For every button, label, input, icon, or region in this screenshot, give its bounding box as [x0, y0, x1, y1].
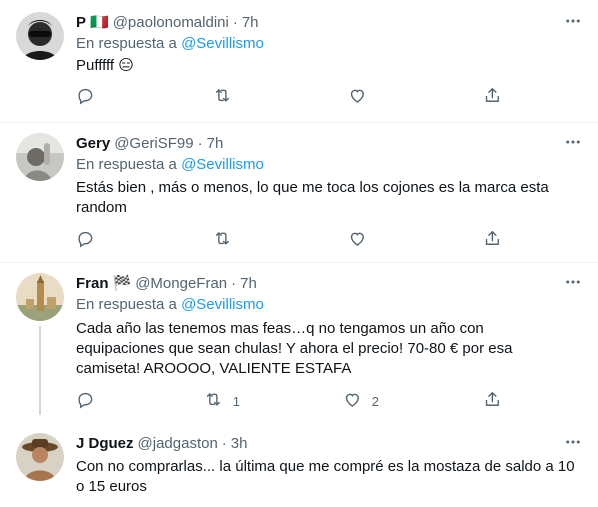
tweet-gerisf99[interactable]: Gery @GeriSF99 · 7h En respuesta a @Sevi…	[0, 123, 598, 262]
reply-icon	[76, 390, 95, 412]
separator-dot: ·	[231, 274, 237, 292]
more-icon[interactable]	[564, 12, 582, 30]
retweet-button[interactable]	[213, 230, 242, 250]
display-name[interactable]: Fran	[76, 275, 109, 292]
tweet-jadgaston[interactable]: J Dguez @jadgaston · 3h Con no comprarla…	[0, 423, 598, 507]
tweet-mongefran[interactable]: Fran 🏁 @MongeFran · 7h En respuesta a @S…	[0, 263, 598, 423]
share-button[interactable]	[483, 230, 502, 250]
display-name[interactable]: P	[76, 14, 86, 31]
like-icon	[343, 390, 362, 412]
tweet-text: Cada año las tenemos mas feas…q no tenga…	[76, 320, 513, 377]
timestamp[interactable]: 7h	[240, 275, 257, 292]
like-button[interactable]: 2	[343, 391, 379, 411]
like-icon	[348, 229, 367, 251]
display-name[interactable]: J Dguez	[76, 435, 134, 452]
like-button[interactable]	[348, 87, 377, 107]
retweet-button[interactable]	[213, 87, 242, 107]
tweet-paolonomaldini[interactable]: P 🇮🇹 @paolonomaldini · 7h En respuesta a…	[0, 0, 598, 122]
timestamp[interactable]: 7h	[242, 14, 259, 31]
retweet-icon	[213, 86, 232, 108]
separator-dot: ·	[197, 134, 203, 152]
retweet-button[interactable]: 1	[204, 391, 240, 411]
user-handle[interactable]: @MongeFran	[135, 275, 227, 292]
separator-dot: ·	[232, 13, 238, 31]
avatar[interactable]	[16, 12, 64, 60]
replying-to-mention[interactable]: @Sevillismo	[181, 296, 264, 313]
share-icon	[483, 390, 502, 412]
share-icon	[483, 229, 502, 251]
share-icon	[483, 86, 502, 108]
replying-to: En respuesta a @Sevillismo	[76, 156, 264, 173]
replying-to: En respuesta a @Sevillismo	[76, 296, 264, 313]
reply-feed: P 🇮🇹 @paolonomaldini · 7h En respuesta a…	[0, 0, 598, 507]
reply-icon	[76, 86, 95, 108]
more-icon[interactable]	[564, 133, 582, 151]
reply-button[interactable]	[76, 230, 105, 250]
thread-line	[39, 326, 41, 415]
retweet-count: 1	[232, 393, 240, 409]
action-bar: 1 2	[76, 391, 506, 411]
replying-to-mention[interactable]: @Sevillismo	[181, 156, 264, 173]
timestamp[interactable]: 3h	[231, 435, 248, 452]
more-icon[interactable]	[564, 273, 582, 291]
replying-to-label: En respuesta a	[76, 156, 182, 173]
replying-to-mention[interactable]: @Sevillismo	[181, 35, 264, 52]
replying-to-label: En respuesta a	[76, 35, 182, 52]
like-icon	[348, 86, 367, 108]
like-button[interactable]	[348, 230, 377, 250]
display-name[interactable]: Gery	[76, 135, 110, 152]
replying-to-label: En respuesta a	[76, 296, 182, 313]
avatar[interactable]	[16, 433, 64, 481]
reply-button[interactable]	[76, 391, 105, 411]
replying-to: En respuesta a @Sevillismo	[76, 35, 264, 52]
retweet-icon	[204, 390, 223, 412]
timestamp[interactable]: 7h	[207, 135, 224, 152]
more-icon[interactable]	[564, 433, 582, 451]
share-button[interactable]	[483, 87, 502, 107]
avatar[interactable]	[16, 133, 64, 181]
separator-dot: ·	[221, 434, 227, 452]
checkered-flag-icon: 🏁	[112, 275, 132, 292]
share-button[interactable]	[483, 391, 502, 411]
reply-icon	[76, 229, 95, 251]
user-handle[interactable]: @jadgaston	[138, 435, 218, 452]
action-bar	[76, 87, 506, 107]
like-count: 2	[371, 393, 379, 409]
user-handle[interactable]: @paolonomaldini	[113, 14, 229, 31]
italy-flag-icon: 🇮🇹	[90, 14, 109, 31]
action-bar	[76, 230, 506, 250]
tweet-text: Con no comprarlas... la última que me co…	[76, 458, 575, 495]
user-handle[interactable]: @GeriSF99	[114, 135, 193, 152]
avatar[interactable]	[16, 273, 64, 321]
tweet-text: Estás bien , más o menos, lo que me toca…	[76, 179, 549, 216]
reply-button[interactable]	[76, 87, 105, 107]
tweet-text: Pufffff 😑	[76, 57, 134, 74]
retweet-icon	[213, 229, 232, 251]
